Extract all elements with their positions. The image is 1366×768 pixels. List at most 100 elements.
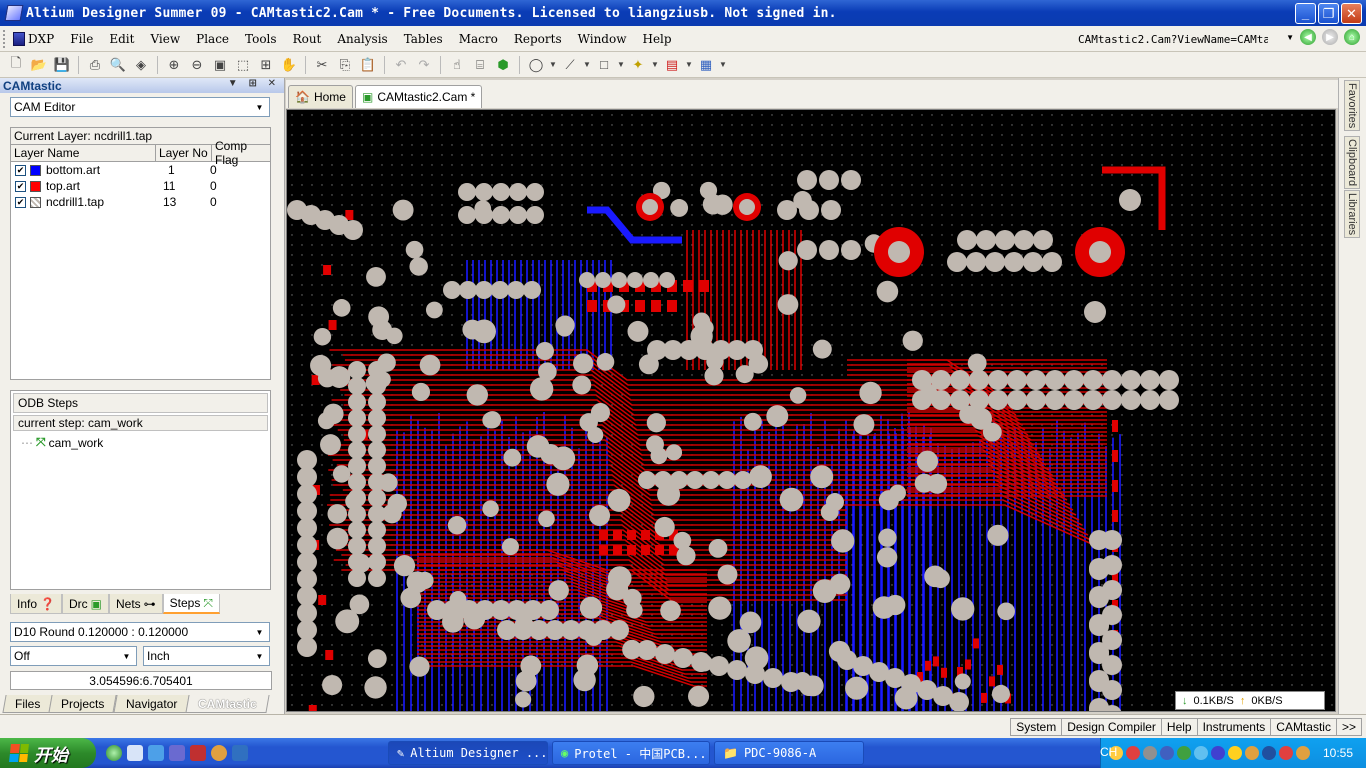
app-icon[interactable] [169, 745, 185, 761]
col-comp-flag[interactable]: Comp Flag [212, 139, 270, 167]
qq-icon[interactable] [211, 745, 227, 761]
grid-dropdown-icon[interactable]: ▼ [719, 55, 727, 75]
menu-rout[interactable]: Rout [285, 32, 330, 46]
layer-row[interactable]: ✔ ncdrill1.tap 13 0 [11, 194, 270, 210]
menu-tools[interactable]: Tools [237, 32, 285, 46]
clock[interactable]: 10:55 [1323, 746, 1353, 760]
undo-icon[interactable]: ↶ [391, 55, 411, 75]
editor-select[interactable]: CAM Editor ▼ [10, 97, 270, 117]
pcb-artwork[interactable] [287, 110, 1336, 712]
menu-help[interactable]: Help [634, 32, 679, 46]
explorer-icon[interactable] [148, 745, 164, 761]
stamp-icon[interactable]: ⌸ [470, 55, 490, 75]
tab-info[interactable]: Info ❓ [10, 594, 62, 614]
print-icon[interactable]: ⎙ [85, 55, 105, 75]
layer-color-swatch[interactable] [30, 164, 41, 176]
side-tab-clipboard[interactable]: Clipboard [1344, 136, 1360, 190]
address-dropdown-icon[interactable]: ▼ [1286, 33, 1294, 42]
desktop-icon[interactable] [127, 745, 143, 761]
snap-dropdown-icon[interactable]: ▼ [651, 55, 659, 75]
rectangle-tool-icon[interactable]: □ [594, 55, 614, 75]
copy-icon[interactable]: ⎘ [335, 55, 355, 75]
tab-camtastic-doc[interactable]: ▣ CAMtastic2.Cam * [354, 85, 483, 108]
tab-nets[interactable]: Nets ⊶ [108, 594, 163, 614]
close-button[interactable]: ✕ [1341, 3, 1362, 24]
status-instruments[interactable]: Instruments [1196, 718, 1272, 736]
menu-file[interactable]: File [62, 32, 101, 46]
menu-edit[interactable]: Edit [101, 32, 142, 46]
tab-camtastic[interactable]: CAMtastic [185, 695, 270, 713]
calendar-icon[interactable] [232, 745, 248, 761]
menu-view[interactable]: View [142, 32, 188, 46]
status-help[interactable]: Help [1160, 718, 1198, 736]
zoom-area-icon[interactable]: ⬚ [233, 55, 253, 75]
tray-shield-icon[interactable] [1177, 746, 1191, 760]
line-tool-icon[interactable]: ⟋ [560, 55, 580, 75]
save-icon[interactable]: 💾 [52, 55, 72, 75]
rectangle-dropdown-icon[interactable]: ▼ [617, 55, 625, 75]
tray-ie-icon[interactable] [1194, 746, 1208, 760]
tab-projects[interactable]: Projects [48, 695, 118, 713]
address-bar[interactable]: CAMtastic2.Cam?ViewName=CAMtast [1078, 30, 1268, 48]
layer-visible-checkbox[interactable]: ✔ [15, 164, 26, 176]
col-layer-no[interactable]: Layer No [156, 145, 212, 161]
menu-macro[interactable]: Macro [451, 32, 506, 46]
menu-window[interactable]: Window [570, 32, 635, 46]
layer-row[interactable]: ✔ top.art 11 0 [11, 178, 270, 194]
menu-tables[interactable]: Tables [396, 32, 451, 46]
layer-color-swatch[interactable] [30, 180, 41, 192]
layers-icon[interactable]: ◈ [131, 55, 151, 75]
pan-hand-icon[interactable]: ✋ [279, 55, 299, 75]
start-button[interactable]: 开始 [0, 738, 96, 768]
redo-icon[interactable]: ↷ [414, 55, 434, 75]
status-more[interactable]: >> [1335, 718, 1362, 736]
line-dropdown-icon[interactable]: ▼ [583, 55, 591, 75]
aperture-select[interactable]: D10 Round 0.120000 : 0.120000 ▼ [10, 622, 270, 642]
minimize-button[interactable]: _ [1295, 3, 1316, 24]
tray-phone-icon[interactable] [1160, 746, 1174, 760]
layer-visible-checkbox[interactable]: ✔ [15, 180, 26, 192]
forward-icon[interactable]: ▶ [1322, 29, 1338, 45]
home-nav-icon[interactable]: ⌂ [1344, 29, 1360, 45]
status-camtastic[interactable]: CAMtastic [1270, 718, 1337, 736]
tab-files[interactable]: Files [2, 695, 53, 713]
arc-dropdown-icon[interactable]: ▼ [549, 55, 557, 75]
task-protel[interactable]: ◉ Protel - 中国PCB... [552, 741, 710, 765]
layer-visible-checkbox[interactable]: ✔ [15, 196, 26, 208]
tray-network-icon[interactable] [1143, 746, 1157, 760]
tray-alert-icon[interactable] [1279, 746, 1293, 760]
panel-controls[interactable]: ▼ ⊞ ✕ [228, 78, 280, 89]
new-file-icon[interactable]: 🗋 [6, 55, 26, 75]
zoom-selected-icon[interactable]: ⊞ [256, 55, 276, 75]
zoom-out-icon[interactable]: ⊖ [187, 55, 207, 75]
tab-navigator[interactable]: Navigator [113, 695, 190, 713]
status-design-compiler[interactable]: Design Compiler [1061, 718, 1162, 736]
browser-icon[interactable] [106, 745, 122, 761]
menu-place[interactable]: Place [188, 32, 237, 46]
grid-icon[interactable]: ▦ [696, 55, 716, 75]
task-altium[interactable]: ✎ Altium Designer ... [388, 741, 548, 765]
maximize-button[interactable]: ❐ [1318, 3, 1339, 24]
tray-volume-icon[interactable] [1211, 746, 1225, 760]
zoom-in-icon[interactable]: ⊕ [164, 55, 184, 75]
tray-mute-icon[interactable] [1126, 746, 1140, 760]
menu-analysis[interactable]: Analysis [329, 32, 395, 46]
align-dropdown-icon[interactable]: ▼ [685, 55, 693, 75]
snap-icon[interactable]: ✦ [628, 55, 648, 75]
menu-dxp[interactable]: DXP [7, 31, 62, 46]
align-icon[interactable]: ▤ [662, 55, 682, 75]
tab-home[interactable]: 🏠 Home [288, 85, 353, 108]
tray-mascot-icon[interactable] [1245, 746, 1259, 760]
side-tab-libraries[interactable]: Libraries [1344, 190, 1360, 239]
step-item[interactable]: ⋯ ⤧ cam_work [11, 435, 270, 450]
tab-drc[interactable]: Drc ▣ [61, 594, 109, 614]
side-tab-favorites[interactable]: Favorites [1344, 80, 1360, 132]
tab-steps[interactable]: Steps ⤧ [162, 594, 220, 614]
language-indicator[interactable]: CH [1100, 745, 1117, 759]
paste-icon[interactable]: 📋 [358, 55, 378, 75]
mode-select[interactable]: Off ▼ [10, 646, 137, 666]
tray-pet-icon[interactable] [1296, 746, 1310, 760]
tray-ime-icon[interactable] [1262, 746, 1276, 760]
menu-reports[interactable]: Reports [506, 32, 570, 46]
move-hand-icon[interactable]: ☝ [447, 55, 467, 75]
